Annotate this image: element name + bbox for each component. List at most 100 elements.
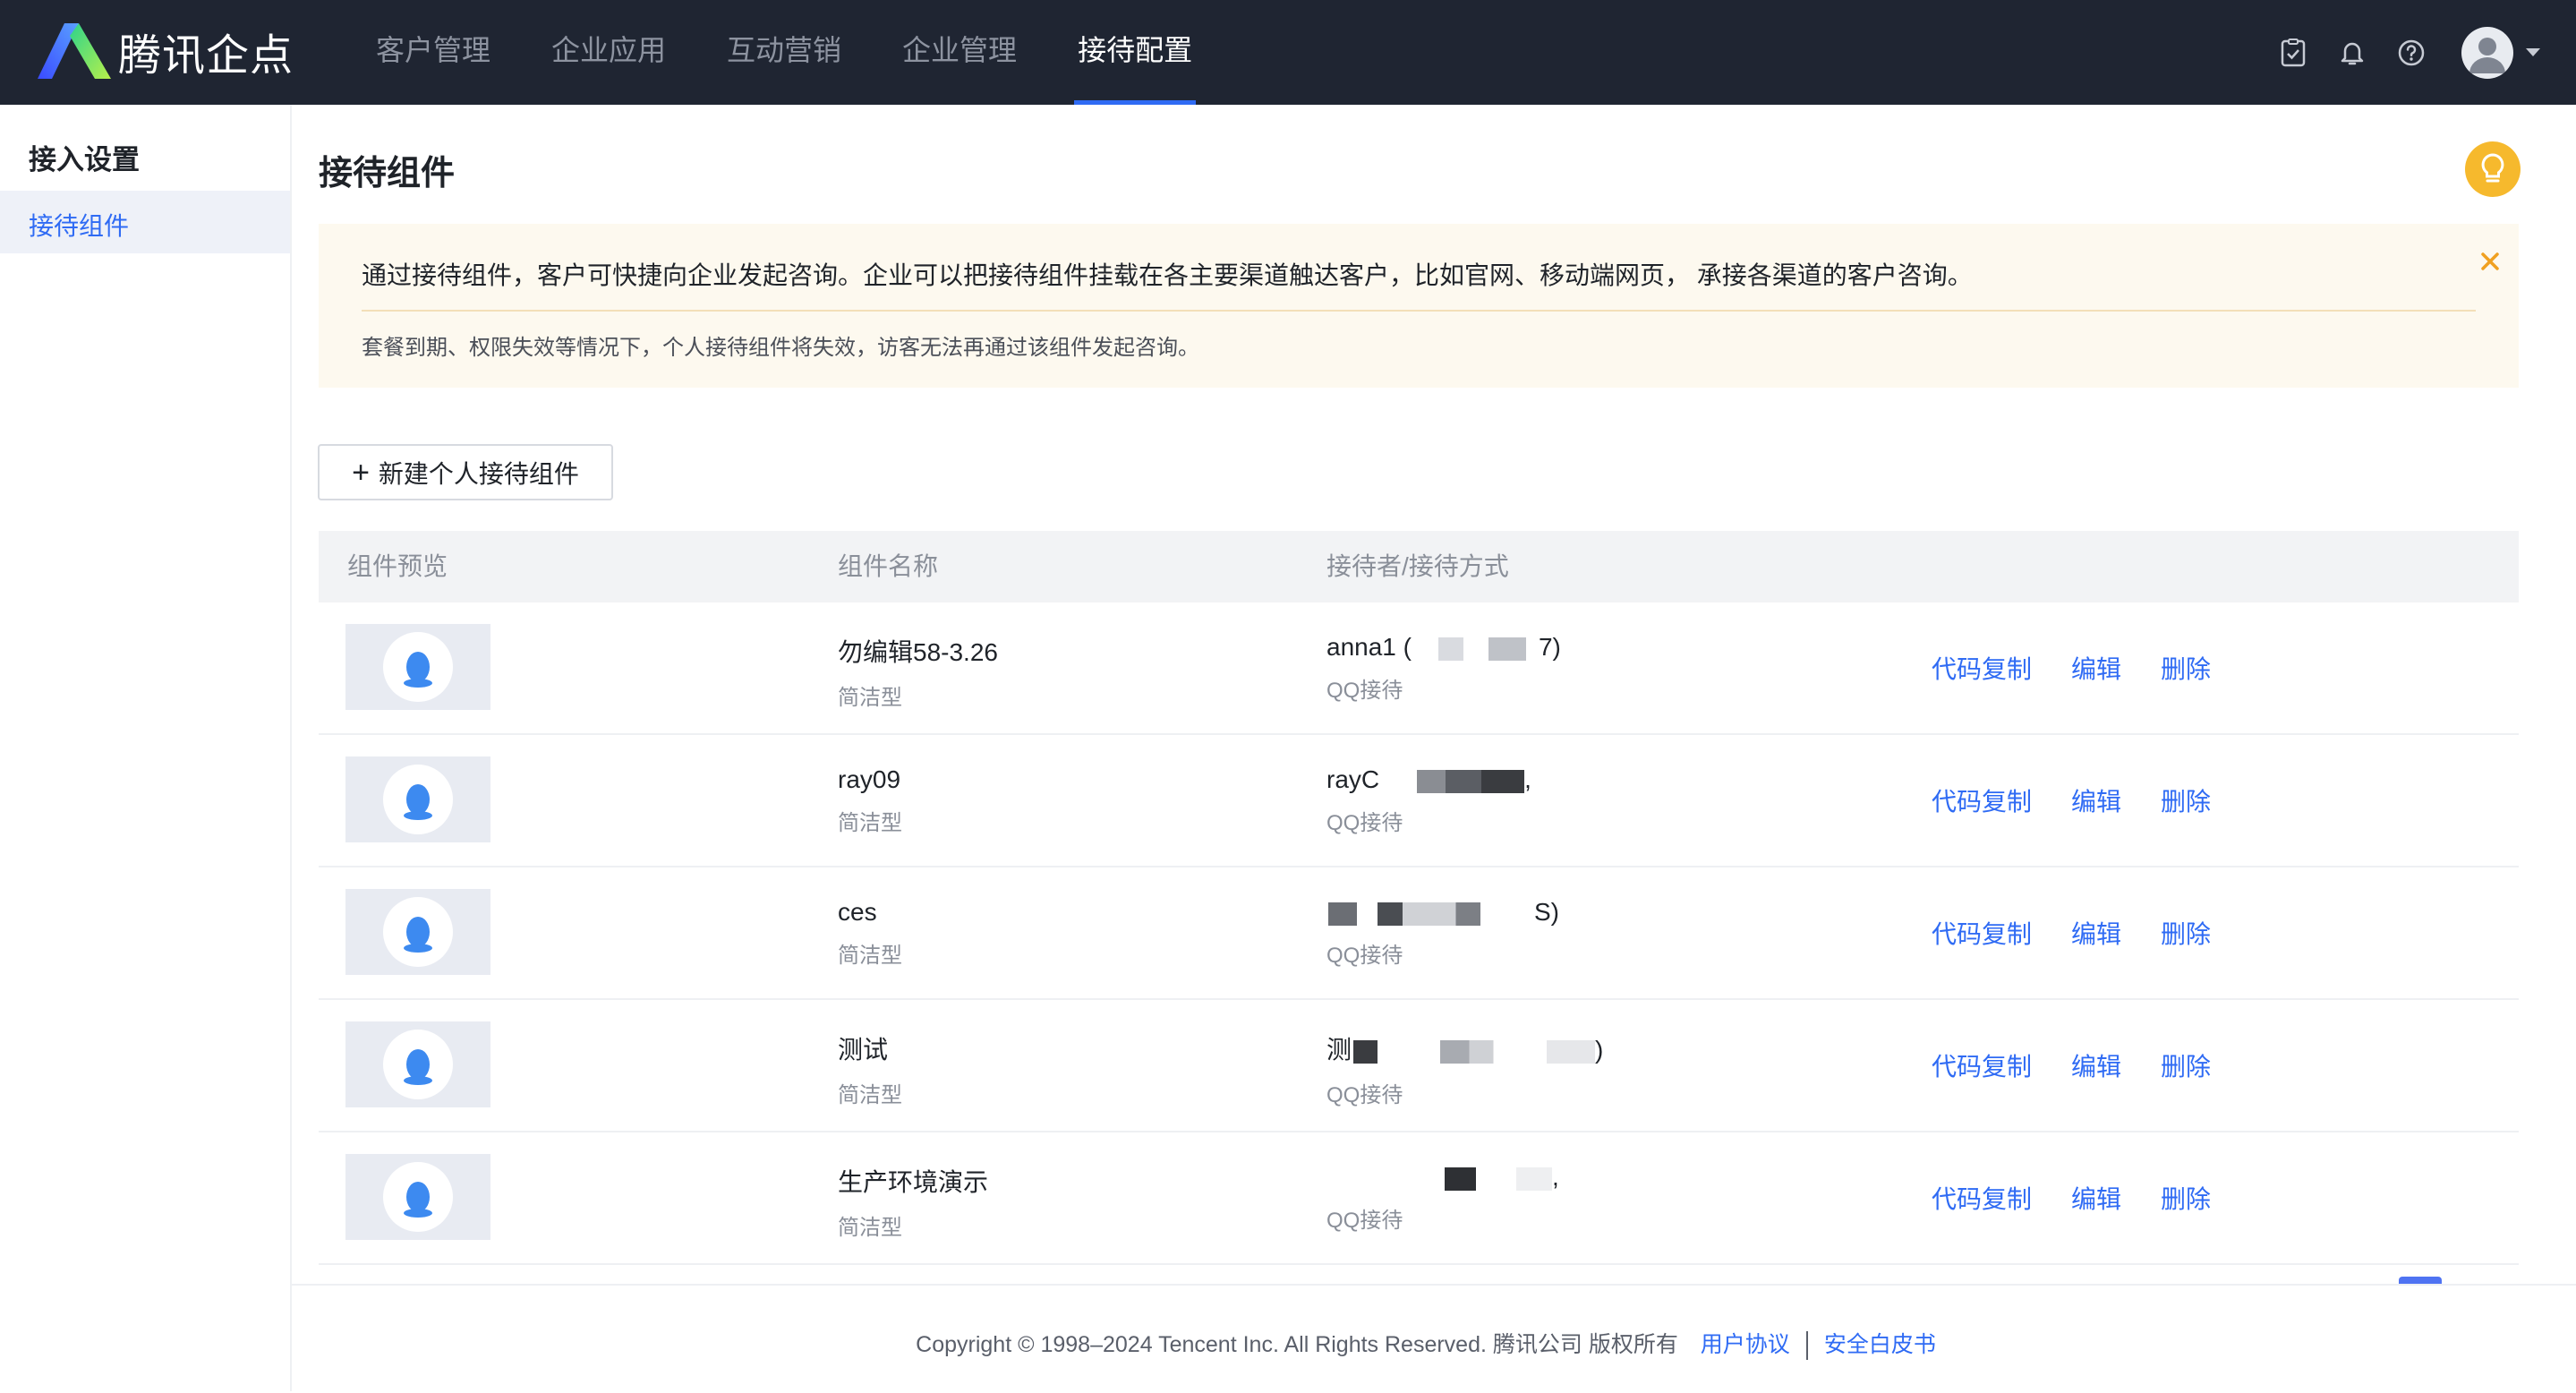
widget-preview (345, 624, 490, 710)
top-icons (2252, 0, 2540, 105)
logo-mark-icon (38, 23, 111, 79)
widget-name: ces (838, 898, 877, 926)
nav-item-apps[interactable]: 企业应用 (551, 0, 666, 105)
delete-link[interactable]: 删除 (2161, 1047, 2211, 1083)
reception-method: QQ接待 (1326, 1209, 1403, 1233)
copy-code-link[interactable]: 代码复制 (1932, 1180, 2032, 1216)
delete-link[interactable]: 删除 (2161, 650, 2211, 686)
nav-item-reception-config[interactable]: 接待配置 (1074, 0, 1197, 105)
receiver-suffix: S) (1534, 898, 1559, 926)
widget-type: 简洁型 (838, 686, 902, 710)
plus-icon: + (352, 455, 370, 490)
copy-code-link[interactable]: 代码复制 (1932, 650, 2032, 686)
page-title: 接待组件 (319, 155, 456, 192)
widget-type: 简洁型 (838, 811, 902, 835)
qq-penguin-icon (404, 1182, 432, 1218)
notice-main-text: 通过接待组件，客户可快捷向企业发起咨询。企业可以把接待组件挂载在各主要渠道触达客… (362, 261, 1973, 289)
nav-item-enterprise[interactable]: 企业管理 (902, 0, 1017, 105)
scroll-indicator[interactable] (2399, 1277, 2442, 1284)
widget-name: 测试 (838, 1036, 889, 1064)
receiver-info: rayC, (1326, 765, 1531, 794)
copyright-text: Copyright © 1998–2024 Tencent Inc. All R… (916, 1332, 1678, 1357)
checklist-icon[interactable] (2275, 35, 2311, 71)
security-whitepaper-link[interactable]: 安全白皮书 (1824, 1332, 1936, 1357)
qq-penguin-icon (404, 652, 432, 688)
receiver-suffix: 7) (1538, 633, 1561, 661)
footer-separator (1805, 1331, 1808, 1361)
widget-name: ray09 (838, 765, 901, 793)
sidebar-title: 接入设置 (29, 144, 140, 175)
table-row: ces 简洁型 S) QQ接待 代码复制 编辑 删除 (319, 867, 2519, 1000)
notice-banner: 通过接待组件，客户可快捷向企业发起咨询。企业可以把接待组件挂载在各主要渠道触达客… (319, 224, 2519, 388)
widget-type: 简洁型 (838, 944, 902, 968)
copy-code-link[interactable]: 代码复制 (1932, 782, 2032, 818)
widget-type: 简洁型 (838, 1216, 902, 1240)
sidebar: 接入设置 接待组件 (0, 105, 292, 1391)
qq-penguin-icon (404, 1049, 432, 1085)
close-icon[interactable] (2476, 247, 2504, 276)
delete-link[interactable]: 删除 (2161, 915, 2211, 951)
table-row: 生产环境演示 简洁型 , QQ接待 代码复制 编辑 删除 (319, 1132, 2519, 1265)
logo-text: 腾讯企点 (118, 32, 294, 80)
user-agreement-link[interactable]: 用户协议 (1701, 1332, 1790, 1357)
reception-method: QQ接待 (1326, 811, 1403, 835)
help-icon[interactable] (2393, 35, 2429, 71)
copy-code-link[interactable]: 代码复制 (1932, 1047, 2032, 1083)
sidebar-item-reception-widget[interactable]: 接待组件 (0, 191, 290, 253)
bell-icon[interactable] (2334, 35, 2370, 71)
widget-preview (345, 756, 490, 842)
edit-link[interactable]: 编辑 (2071, 650, 2121, 686)
edit-link[interactable]: 编辑 (2071, 1180, 2121, 1216)
receiver-suffix: ) (1595, 1036, 1604, 1064)
new-button-label: 新建个人接待组件 (378, 459, 579, 488)
redacted-mark (1381, 769, 1525, 793)
edit-link[interactable]: 编辑 (2071, 1047, 2121, 1083)
table-row: ray09 简洁型 rayC, QQ接待 代码复制 编辑 删除 (319, 735, 2519, 867)
notice-divider (362, 310, 2476, 312)
top-navigation-bar: 腾讯企点 客户管理 企业应用 互动营销 企业管理 接待配置 (0, 0, 2576, 105)
receiver-prefix: anna1 ( (1326, 633, 1412, 661)
delete-link[interactable]: 删除 (2161, 782, 2211, 818)
widget-name: 勿编辑58-3.26 (838, 638, 998, 666)
redacted-mark (1328, 902, 1534, 926)
receiver-prefix: 测 (1326, 1036, 1352, 1064)
edit-link[interactable]: 编辑 (2071, 782, 2121, 818)
new-reception-widget-button[interactable]: + 新建个人接待组件 (318, 444, 613, 500)
widget-preview (345, 889, 490, 975)
edit-link[interactable]: 编辑 (2071, 915, 2121, 951)
redacted-mark (1328, 1167, 1552, 1191)
widget-preview (345, 1154, 490, 1240)
widget-type: 简洁型 (838, 1083, 902, 1107)
copy-code-link[interactable]: 代码复制 (1932, 915, 2032, 951)
nav-item-marketing[interactable]: 互动营销 (727, 0, 841, 105)
chevron-down-icon[interactable] (2526, 48, 2540, 56)
receiver-info: 测) (1326, 1030, 1603, 1066)
receiver-prefix: rayC (1326, 765, 1380, 793)
lightbulb-icon[interactable] (2465, 141, 2521, 197)
receiver-info: , (1326, 1163, 1559, 1192)
reception-method: QQ接待 (1326, 944, 1403, 968)
notice-sub-text: 套餐到期、权限失效等情况下，个人接待组件将失效，访客无法再通过该组件发起咨询。 (362, 336, 1199, 360)
logo[interactable]: 腾讯企点 (38, 21, 294, 81)
table-row: 测试 简洁型 测) QQ接待 代码复制 编辑 删除 (319, 1000, 2519, 1132)
receiver-suffix: , (1524, 765, 1531, 793)
receiver-suffix: , (1552, 1163, 1559, 1191)
avatar[interactable] (2461, 26, 2513, 79)
reception-method: QQ接待 (1326, 1083, 1403, 1107)
reception-method: QQ接待 (1326, 679, 1403, 703)
receiver-info: anna1 ( 7) (1326, 633, 1561, 662)
column-header-preview: 组件预览 (347, 552, 448, 580)
widget-table: 组件预览 组件名称 接待者/接待方式 勿编辑58-3.26 简洁型 anna1 … (319, 531, 2519, 1265)
table-header: 组件预览 组件名称 接待者/接待方式 (319, 531, 2519, 602)
qq-penguin-icon (404, 917, 432, 953)
redacted-mark (1353, 1039, 1596, 1064)
widget-preview (345, 1021, 490, 1107)
widget-name: 生产环境演示 (838, 1168, 989, 1196)
column-header-name: 组件名称 (838, 552, 939, 580)
redacted-mark (1412, 637, 1539, 661)
column-header-receiver: 接待者/接待方式 (1326, 552, 1509, 580)
footer: Copyright © 1998–2024 Tencent Inc. All R… (292, 1284, 2576, 1393)
nav-item-customer[interactable]: 客户管理 (376, 0, 490, 105)
qq-penguin-icon (404, 784, 432, 820)
delete-link[interactable]: 删除 (2161, 1180, 2211, 1216)
